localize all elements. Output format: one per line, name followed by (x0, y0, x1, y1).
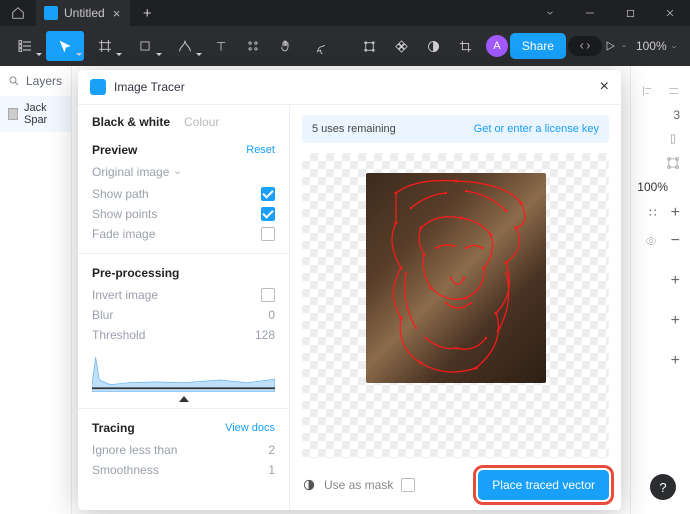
license-banner: 5 uses remaining Get or enter a license … (302, 115, 609, 143)
blur-label: Blur (92, 308, 113, 322)
plus-icon[interactable]: + (671, 352, 680, 370)
zoom-percent: 100% (637, 180, 668, 194)
dots-icon[interactable]: ∷ (649, 206, 659, 220)
align-left-icon[interactable] (641, 84, 655, 98)
file-icon (44, 6, 58, 20)
place-traced-vector-button[interactable]: Place traced vector (478, 470, 609, 500)
plus-icon[interactable]: + (671, 204, 680, 222)
close-window-button[interactable] (650, 0, 690, 26)
tab-colour[interactable]: Colour (184, 115, 219, 129)
text-tool[interactable] (206, 31, 236, 61)
reset-link[interactable]: Reset (246, 144, 275, 156)
blur-value[interactable]: 0 (268, 308, 275, 322)
layers-header: Layers (26, 74, 62, 88)
fade-image-label: Fade image (92, 227, 155, 241)
license-link[interactable]: Get or enter a license key (474, 123, 599, 135)
menu-button[interactable] (6, 31, 44, 61)
zoom-menu[interactable]: 100% (630, 39, 684, 53)
invert-image-checkbox[interactable] (261, 288, 275, 302)
minimize-button[interactable] (570, 0, 610, 26)
frame-tool[interactable] (86, 31, 124, 61)
layer-name: Jack Spar (24, 102, 63, 126)
crop-tool[interactable] (450, 31, 480, 61)
share-button[interactable]: Share (510, 33, 566, 59)
show-path-label: Show path (92, 187, 149, 201)
traced-image-preview (366, 173, 546, 383)
mask-icon (302, 478, 316, 492)
align-options-icon[interactable] (667, 84, 681, 98)
minus-icon[interactable]: − (671, 232, 680, 250)
tab-black-white[interactable]: Black & white (92, 115, 170, 129)
hand-tool[interactable] (270, 31, 300, 61)
resources-tool[interactable] (238, 31, 268, 61)
constrain-icon[interactable] (666, 132, 680, 146)
invert-image-label: Invert image (92, 288, 158, 302)
preview-canvas (302, 153, 609, 458)
frame-icon[interactable] (666, 156, 680, 170)
eye-icon[interactable] (643, 235, 659, 247)
tab-title: Untitled (64, 6, 105, 20)
threshold-value[interactable]: 128 (255, 328, 275, 342)
preview-heading: Preview (92, 143, 137, 157)
mask-tool[interactable] (418, 31, 448, 61)
tab-untitled[interactable]: Untitled × (36, 0, 130, 26)
show-path-checkbox[interactable] (261, 187, 275, 201)
dev-mode-toggle[interactable] (568, 36, 602, 56)
smooth-label: Smoothness (92, 463, 159, 477)
show-points-checkbox[interactable] (261, 207, 275, 221)
chevron-down-icon[interactable] (530, 0, 570, 26)
use-as-mask-label: Use as mask (324, 478, 393, 492)
ignore-value[interactable]: 2 (268, 443, 275, 457)
shape-tool[interactable] (126, 31, 164, 61)
comment-tool[interactable] (302, 31, 332, 61)
view-docs-link[interactable]: View docs (225, 422, 275, 434)
component-tool[interactable] (386, 31, 416, 61)
panel-title: Image Tracer (114, 80, 185, 94)
plus-icon[interactable]: + (671, 272, 680, 290)
move-tool[interactable] (46, 31, 84, 61)
text-hint: 3 (673, 108, 680, 122)
ignore-label: Ignore less than (92, 443, 177, 457)
edit-object-tool[interactable] (354, 31, 384, 61)
pen-tool[interactable] (166, 31, 204, 61)
show-points-label: Show points (92, 207, 157, 221)
plugin-icon (90, 79, 106, 95)
close-tab-icon[interactable]: × (111, 6, 123, 21)
use-as-mask-checkbox[interactable] (401, 478, 415, 492)
tracing-heading: Tracing (92, 421, 135, 435)
present-button[interactable] (604, 40, 628, 52)
layer-thumbnail (8, 108, 18, 120)
search-icon[interactable] (8, 75, 20, 87)
preprocessing-heading: Pre-processing (92, 266, 179, 280)
plus-icon[interactable]: + (671, 312, 680, 330)
smooth-value[interactable]: 1 (268, 463, 275, 477)
original-image-dropdown[interactable]: Original image (92, 165, 275, 179)
layer-item[interactable]: Jack Spar (0, 96, 71, 132)
close-panel-button[interactable]: × (600, 78, 609, 96)
uses-remaining: 5 uses remaining (312, 123, 396, 135)
threshold-label: Threshold (92, 328, 145, 342)
home-button[interactable] (0, 0, 36, 26)
threshold-histogram[interactable] (92, 348, 275, 396)
add-tab-button[interactable]: + (130, 5, 164, 22)
fade-image-checkbox[interactable] (261, 227, 275, 241)
maximize-button[interactable] (610, 0, 650, 26)
threshold-marker[interactable] (179, 396, 189, 402)
avatar[interactable]: A (486, 35, 508, 57)
image-tracer-panel: Image Tracer × Black & white Colour Prev… (78, 70, 621, 510)
help-button[interactable]: ? (650, 474, 676, 500)
